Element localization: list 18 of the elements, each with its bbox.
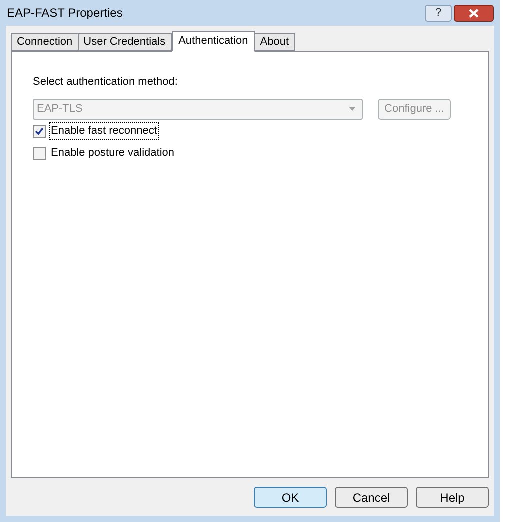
checkbox-label[interactable]: Enable posture validation — [49, 144, 177, 162]
tab[interactable]: User Credentials — [78, 33, 172, 51]
dropdown-arrow-icon — [349, 107, 356, 111]
checkbox[interactable] — [33, 146, 46, 160]
help-button[interactable]: ? — [425, 4, 452, 22]
check-icon — [35, 126, 44, 136]
tab[interactable]: About — [255, 33, 296, 51]
method-label: Select authentication method: — [33, 75, 179, 90]
window-title: EAP-FAST Properties — [6, 5, 123, 22]
tab[interactable]: Authentication — [172, 31, 256, 52]
dialog-button[interactable]: Cancel — [335, 487, 408, 508]
close-icon — [469, 8, 479, 18]
checkbox-label[interactable]: Enable fast reconnect — [49, 122, 160, 140]
tab[interactable]: Connection — [11, 33, 79, 51]
checkbox[interactable] — [33, 124, 46, 138]
dialog-button[interactable]: OK — [254, 487, 327, 508]
dialog-button[interactable]: Help — [416, 487, 489, 508]
close-button[interactable] — [454, 4, 494, 22]
